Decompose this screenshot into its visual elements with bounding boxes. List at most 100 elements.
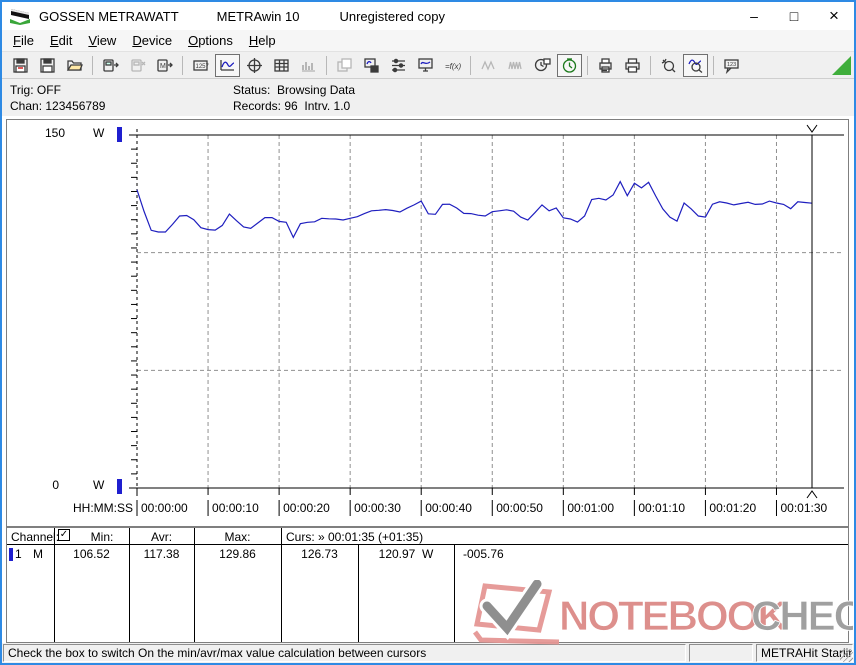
x-axis-format-label: HH:MM:SS — [73, 501, 133, 515]
toolbar: M 1257 =f(x) 123 — [2, 52, 854, 79]
x-tick-label: 00:00:40 — [425, 501, 472, 515]
chan-status: Chan: 123456789 — [10, 99, 106, 113]
info-strip: Trig: OFF Chan: 123456789 Status: Browsi… — [2, 79, 854, 116]
notebookcheck-logo: NOTEBOOK CHECK — [473, 580, 853, 645]
online-view-icon[interactable] — [413, 54, 438, 77]
memory-device-icon[interactable]: M — [152, 54, 177, 77]
app-logo-icon — [10, 9, 30, 25]
y-axis-max-label: 150 — [44, 126, 65, 140]
x-tick-label: 00:00:50 — [496, 501, 543, 515]
x-tick-label: 00:00:20 — [283, 501, 330, 515]
x-tick-label: 00:01:00 — [567, 501, 615, 515]
power-chart[interactable] — [7, 120, 848, 526]
read-device-icon[interactable] — [98, 54, 123, 77]
toolbar-separator — [713, 55, 714, 75]
status-text: Status: Browsing Data — [233, 83, 356, 97]
x-tick-label: 00:01:20 — [709, 501, 757, 515]
cursor1-value: 126.73 — [301, 547, 338, 561]
notes-icon[interactable]: 123 — [719, 54, 744, 77]
menu-item-options[interactable]: Options — [180, 31, 241, 50]
records-text: Records: 96 Intrv. 1.0 — [233, 99, 351, 113]
close-button[interactable]: × — [814, 2, 854, 30]
x-tick-label: 00:01:10 — [638, 501, 686, 515]
stop-device-icon — [125, 54, 150, 77]
title-bar: GOSSEN METRAWATT METRAwin 10 Unregistere… — [2, 2, 854, 30]
toolbar-separator — [92, 55, 93, 75]
table-header-divider — [7, 544, 848, 545]
logo-text-secondary: CHECK — [751, 592, 853, 639]
channel1-range-marker-bottom — [117, 479, 122, 494]
digital-view-icon[interactable]: 1257 — [188, 54, 213, 77]
cursor2-marker-bottom[interactable] — [806, 490, 818, 499]
svg-text:M: M — [160, 63, 166, 70]
toolbar-separator — [587, 55, 588, 75]
cursor2-value: 120.97 W — [378, 547, 434, 561]
title-app-name: GOSSEN METRAWATT — [39, 8, 179, 24]
formula-icon[interactable]: =f(x) — [440, 54, 465, 77]
zoom-pan-icon[interactable] — [656, 54, 681, 77]
print-icon[interactable] — [620, 54, 645, 77]
copy-window-icon — [332, 54, 357, 77]
metrawin-window: GOSSEN METRAWATT METRAwin 10 Unregistere… — [0, 0, 856, 665]
window-controls: – □ × — [734, 2, 854, 30]
x-tick-label: 00:00:00 — [141, 501, 188, 515]
title-program-name: METRAwin 10 — [216, 8, 300, 24]
trig-status: Trig: OFF — [10, 83, 61, 97]
min-value: 106.52 — [73, 547, 110, 561]
col-header-max: Max: — [224, 530, 251, 544]
expand-wave-icon — [503, 54, 528, 77]
col-header-avr: Avr: — [150, 530, 173, 544]
histogram-view-icon — [296, 54, 321, 77]
toolbar-separator — [326, 55, 327, 75]
xy-view-icon[interactable] — [242, 54, 267, 77]
col-header-cursor: Curs: » 00:01:35 (+01:35) — [286, 530, 424, 544]
compress-wave-icon — [476, 54, 501, 77]
menu-item-help[interactable]: Help — [241, 31, 284, 50]
open-icon[interactable] — [62, 54, 87, 77]
toolbar-separator — [650, 55, 651, 75]
toolbar-corner-grip — [832, 56, 851, 75]
y-axis-unit-top: W — [93, 126, 105, 140]
cursor2-marker-top[interactable] — [806, 124, 818, 133]
channel1-color-marker — [9, 548, 13, 561]
curve-view-icon[interactable] — [215, 53, 240, 77]
table-view-icon[interactable] — [269, 54, 294, 77]
channel-config-icon[interactable] — [386, 54, 411, 77]
minmax-calc-checkbox[interactable]: ✓ — [58, 529, 70, 541]
svg-text:=f(x): =f(x) — [445, 62, 461, 71]
maximize-button[interactable]: □ — [774, 2, 814, 30]
avr-value: 117.38 — [143, 547, 180, 561]
menu-item-edit[interactable]: Edit — [42, 31, 80, 50]
max-value: 129.86 — [219, 547, 256, 561]
toolbar-separator — [470, 55, 471, 75]
menu-bar: File Edit View Device Options Help — [2, 30, 854, 52]
zoom-mode-icon[interactable] — [683, 53, 708, 77]
save-icon[interactable] — [8, 54, 33, 77]
export-curve-icon[interactable] — [359, 54, 384, 77]
toolbar-separator — [182, 55, 183, 75]
menu-item-device[interactable]: Device — [124, 31, 180, 50]
channel1-trace — [136, 180, 813, 239]
x-tick-label: 00:01:30 — [780, 501, 828, 515]
print-preview-icon[interactable] — [593, 54, 618, 77]
time-config-icon[interactable] — [530, 54, 555, 77]
channel-mode: M — [33, 547, 43, 561]
svg-text:123: 123 — [727, 62, 736, 68]
timer-run-icon[interactable] — [557, 53, 582, 77]
channel1-range-marker-top — [117, 127, 122, 142]
title-license: Unregistered copy — [339, 8, 445, 24]
y-axis-unit-bottom: W — [93, 478, 105, 492]
channel-number: 1 — [15, 547, 22, 561]
svg-text:1257: 1257 — [196, 64, 210, 70]
menu-item-view[interactable]: View — [80, 31, 124, 50]
y-axis-min-label: 0 — [52, 478, 59, 492]
col-header-min: Min: — [90, 530, 114, 544]
minimize-button[interactable]: – — [734, 2, 774, 30]
x-tick-label: 00:00:30 — [354, 501, 401, 515]
resize-grip[interactable] — [840, 649, 853, 662]
col-header-channel: Channel: — [11, 530, 60, 544]
menu-item-file[interactable]: File — [5, 31, 42, 50]
cursor-difference-value: -005.76 — [463, 547, 504, 561]
save-as-icon[interactable] — [35, 54, 60, 77]
chart-panel: 150 W 0 W HH:MM:SS 00:00:00 00:00:10 00:00… — [6, 119, 849, 527]
